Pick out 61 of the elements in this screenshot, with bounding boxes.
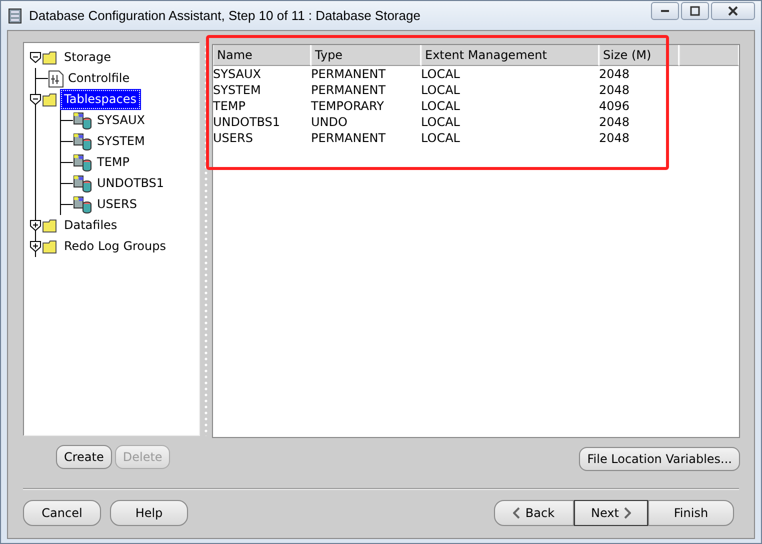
- expand-icon[interactable]: [30, 220, 41, 231]
- tree-item[interactable]: USERS: [94, 195, 140, 214]
- back-button[interactable]: Back: [494, 500, 574, 526]
- dialog-button[interactable]: Cancel: [23, 500, 101, 526]
- table-cell-text: UNDO: [311, 114, 348, 130]
- document-icon: [48, 70, 64, 88]
- tree-item[interactable]: Storage: [61, 48, 114, 67]
- tree-item[interactable]: UNDOTBS1: [94, 174, 168, 193]
- column-header[interactable]: Name: [213, 45, 311, 66]
- database-icon: [7, 8, 23, 24]
- tree-item[interactable]: SYSTEM: [94, 132, 148, 151]
- table-cell-text: 2048: [599, 130, 631, 146]
- maximize-button[interactable]: [681, 2, 709, 20]
- dialog-button[interactable]: Help: [110, 500, 188, 526]
- table-cell-text: 2048: [599, 114, 631, 130]
- table-cell-text: LOCAL: [421, 98, 461, 114]
- database-icon: [73, 112, 93, 130]
- window-title: Database Configuration Assistant, Step 10 of 11 : Database Storage: [29, 8, 420, 23]
- expand-icon[interactable]: [30, 241, 41, 252]
- table-cell-text: UNDOTBS1: [213, 114, 282, 130]
- database-icon: [73, 132, 93, 150]
- table-cell-text: 2048: [599, 82, 631, 98]
- tree-item[interactable]: Redo Log Groups: [61, 237, 169, 256]
- close-button[interactable]: [711, 2, 755, 20]
- table-cell-text: 4096: [599, 98, 631, 114]
- tree-item[interactable]: Datafiles: [61, 216, 120, 235]
- table-cell-text: PERMANENT: [311, 66, 387, 82]
- database-icon: [73, 196, 93, 214]
- table-cell-text: LOCAL: [421, 66, 461, 82]
- table-cell-text: SYSTEM: [213, 82, 262, 98]
- table-cell-text: TEMP: [213, 98, 247, 114]
- table-cell-text: TEMPORARY: [311, 98, 385, 114]
- table-cell-text: LOCAL: [421, 82, 461, 98]
- tree-action-button[interactable]: Create: [56, 445, 112, 469]
- column-header[interactable]: Type: [311, 45, 421, 66]
- collapse-icon[interactable]: [30, 52, 41, 63]
- table-cell-text: 2048: [599, 66, 631, 82]
- close-icon: [728, 6, 738, 16]
- minimize-icon: [661, 10, 669, 12]
- tree-item[interactable]: SYSAUX: [94, 111, 148, 130]
- table-cell-text: USERS: [213, 130, 254, 146]
- next-button[interactable]: Next: [574, 500, 648, 526]
- collapse-icon[interactable]: [30, 94, 41, 105]
- table-cell-text: PERMANENT: [311, 82, 387, 98]
- finish-button[interactable]: Finish: [648, 500, 734, 526]
- maximize-icon: [690, 6, 700, 16]
- tree-item[interactable]: TEMP: [94, 153, 133, 172]
- table-cell-text: SYSAUX: [213, 66, 262, 82]
- database-icon: [73, 154, 93, 172]
- chevron-right-icon: [622, 507, 631, 519]
- file-location-variables-button[interactable]: File Location Variables...: [579, 447, 740, 471]
- chevron-left-icon: [513, 507, 522, 519]
- database-icon: [73, 174, 93, 192]
- table-cell-text: LOCAL: [421, 130, 461, 146]
- table-cell-text: PERMANENT: [311, 130, 387, 146]
- column-header[interactable]: Size (M): [599, 45, 679, 66]
- minimize-button[interactable]: [651, 2, 679, 20]
- table-cell-text: LOCAL: [421, 114, 461, 130]
- tree-item[interactable]: Tablespaces: [61, 90, 140, 109]
- tree-item[interactable]: Controlfile: [65, 69, 133, 88]
- column-header[interactable]: Extent Management: [421, 45, 599, 66]
